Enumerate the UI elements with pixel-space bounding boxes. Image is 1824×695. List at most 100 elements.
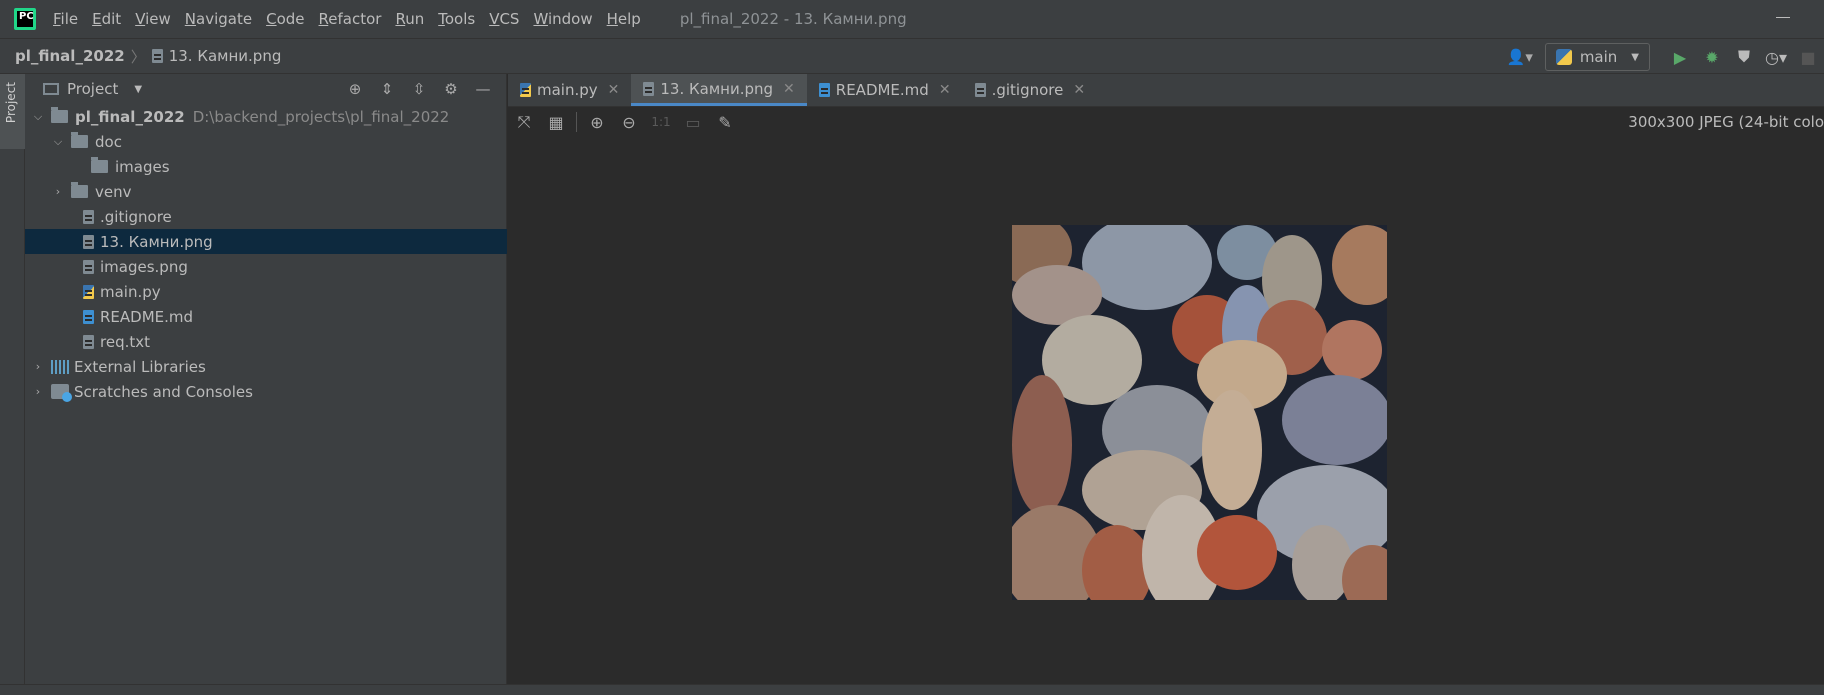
expand-all-icon[interactable]: ⇕ [371, 80, 403, 98]
stones-image [1012, 225, 1387, 600]
background-icon[interactable]: ▭ [677, 113, 709, 132]
run-icon[interactable]: ▶ [1664, 48, 1696, 67]
coverage-icon[interactable]: ⛊ [1728, 47, 1760, 67]
image-toolbar: ⤧ ▦ ⊕ ⊖ 1:1 ▭ ✎ [508, 106, 1824, 138]
tree-row-scratches[interactable]: › Scratches and Consoles [25, 379, 507, 404]
project-tool-window-tab[interactable]: Project [0, 74, 25, 149]
close-icon[interactable]: ✕ [783, 81, 795, 97]
chevron-down-icon[interactable]: ⌵ [31, 110, 45, 124]
chevron-right-icon[interactable]: › [51, 185, 65, 198]
folder-icon [71, 132, 88, 148]
profile-icon[interactable]: ◷▾ [1760, 48, 1792, 67]
menu-view[interactable]: View [135, 10, 171, 28]
collapse-all-icon[interactable]: ⇳ [403, 80, 435, 98]
run-config-selector[interactable]: main ▼ [1544, 43, 1650, 71]
pycharm-logo-icon[interactable]: PC [14, 8, 36, 30]
hide-icon[interactable]: — [467, 80, 499, 98]
tab-main-py[interactable]: main.py ✕ [508, 74, 631, 106]
tree-row-images-png[interactable]: images.png [25, 254, 507, 279]
image-info: 300x300 JPEG (24-bit colo [1628, 113, 1824, 131]
markdown-file-icon [818, 83, 830, 97]
menu-code[interactable]: Code [266, 10, 304, 28]
tree-label: images [115, 157, 170, 176]
tree-label: images.png [100, 257, 188, 276]
project-panel: Project ▼ ⊕ ⇕ ⇳ ⚙ — ⌵ pl_final_2022 D:\b… [25, 74, 507, 684]
locate-icon[interactable]: ⊕ [339, 80, 371, 98]
tree-label: venv [95, 182, 132, 201]
tree-row-project-root[interactable]: ⌵ pl_final_2022 D:\backend_projects\pl_f… [25, 104, 507, 129]
tab-label: .gitignore [991, 81, 1064, 99]
tree-path: D:\backend_projects\pl_final_2022 [192, 107, 450, 126]
breadcrumb-file[interactable]: 13. Камни.png [169, 47, 282, 65]
tree-row-external-libraries[interactable]: › External Libraries [25, 354, 507, 379]
menu-vcs[interactable]: VCS [489, 10, 519, 28]
tree-label: External Libraries [74, 357, 206, 376]
tree-row-images-folder[interactable]: images [25, 154, 507, 179]
tab-readme[interactable]: README.md ✕ [807, 74, 963, 106]
status-bar [0, 684, 1824, 695]
tree-row-gitignore[interactable]: .gitignore [25, 204, 507, 229]
zoom-in-icon[interactable]: ⊕ [581, 113, 613, 132]
toolbar-divider [576, 112, 577, 132]
menu-help[interactable]: Help [607, 10, 641, 28]
tree-row-venv[interactable]: › venv [25, 179, 507, 204]
tree-label: main.py [100, 282, 161, 301]
project-tab-label: Project [4, 82, 18, 124]
project-panel-title[interactable]: Project [67, 80, 118, 98]
zoom-out-icon[interactable]: ⊖ [613, 113, 645, 132]
menu-run[interactable]: Run [395, 10, 424, 28]
tree-row-main-py[interactable]: main.py [25, 279, 507, 304]
menu-tools[interactable]: Tools [438, 10, 475, 28]
gear-icon[interactable]: ⚙ [435, 80, 467, 98]
tree-label: 13. Камни.png [100, 232, 213, 251]
chevron-right-icon[interactable]: › [31, 385, 45, 398]
libraries-icon [51, 359, 69, 374]
close-icon[interactable]: ✕ [1073, 82, 1085, 98]
menu-navigate[interactable]: Navigate [185, 10, 252, 28]
tree-label: doc [95, 132, 122, 151]
folder-icon [51, 107, 68, 123]
text-file-icon [83, 334, 94, 349]
actual-size-button[interactable]: 1:1 [645, 115, 677, 129]
python-icon [1555, 49, 1572, 65]
tree-row-readme[interactable]: README.md [25, 304, 507, 329]
breadcrumb-separator-icon: 〉 [130, 47, 146, 66]
fit-to-window-icon[interactable]: ⤧ [508, 112, 540, 132]
user-icon[interactable]: 👤▾ [1505, 48, 1535, 66]
debug-icon[interactable]: ✹ [1696, 48, 1728, 67]
color-picker-icon[interactable]: ✎ [709, 113, 741, 132]
tree-row-req-txt[interactable]: req.txt [25, 329, 507, 354]
left-tool-strip: Project [0, 74, 25, 695]
navigation-bar: pl_final_2022 〉 13. Камни.png 👤▾ main ▼ … [0, 38, 1824, 74]
grid-icon[interactable]: ▦ [540, 113, 572, 132]
chevron-right-icon[interactable]: › [31, 360, 45, 373]
close-icon[interactable]: ✕ [939, 82, 951, 98]
menu-edit[interactable]: Edit [92, 10, 121, 28]
close-icon[interactable]: ✕ [608, 82, 620, 98]
tree-row-stones-png[interactable]: 13. Камни.png [25, 229, 507, 254]
chevron-down-icon[interactable]: ⌵ [51, 135, 65, 149]
menu-refactor[interactable]: Refactor [319, 10, 382, 28]
tab-label: 13. Камни.png [660, 79, 774, 98]
gitignore-file-icon [974, 83, 986, 97]
menu-window[interactable]: Window [533, 10, 592, 28]
window-title: pl_final_2022 - 13. Камни.png [679, 10, 907, 28]
image-file-icon [83, 234, 94, 249]
minimize-button[interactable] [1776, 17, 1790, 18]
python-file-icon [520, 83, 531, 97]
tree-label: req.txt [100, 332, 150, 351]
chevron-down-icon[interactable]: ▼ [134, 84, 142, 95]
folder-icon [71, 182, 88, 198]
image-file-icon [643, 81, 655, 96]
tab-gitignore[interactable]: .gitignore ✕ [963, 74, 1098, 106]
tree-row-doc[interactable]: ⌵ doc [25, 129, 507, 154]
stop-icon[interactable]: ■ [1792, 48, 1824, 67]
tab-stones-png[interactable]: 13. Камни.png ✕ [631, 74, 807, 106]
project-panel-header: Project ▼ ⊕ ⇕ ⇳ ⚙ — [25, 74, 507, 104]
editor-area: main.py ✕ 13. Камни.png ✕ README.md ✕ .g… [508, 74, 1824, 684]
tree-label: Scratches and Consoles [74, 382, 253, 401]
title-bar: PC File Edit View Navigate Code Refactor… [0, 0, 1824, 38]
breadcrumb-project[interactable]: pl_final_2022 [15, 47, 125, 65]
run-config-label: main [1579, 48, 1618, 66]
menu-file[interactable]: File [53, 10, 78, 28]
